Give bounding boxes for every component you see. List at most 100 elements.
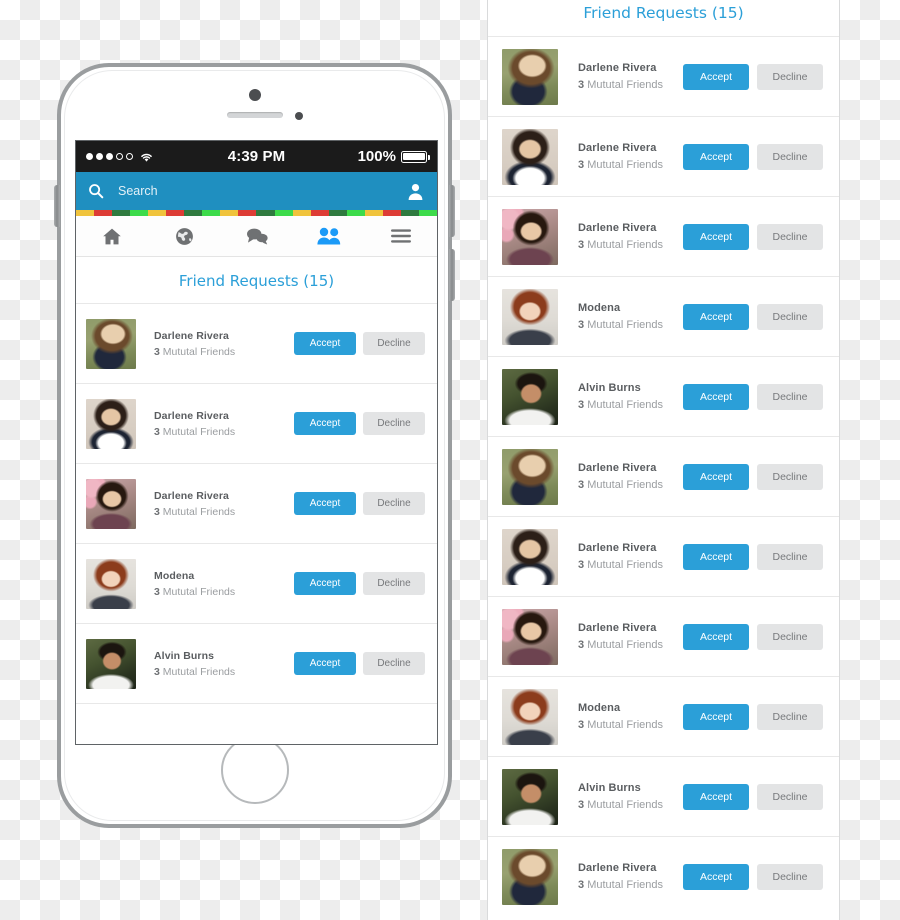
decline-button[interactable]: Decline	[363, 492, 425, 515]
decline-button[interactable]: Decline	[363, 652, 425, 675]
decline-button[interactable]: Decline	[757, 543, 823, 570]
avatar[interactable]	[502, 208, 558, 265]
avatar[interactable]	[86, 478, 136, 529]
battery-icon	[400, 150, 430, 163]
decline-button[interactable]: Decline	[757, 383, 823, 410]
avatar[interactable]	[502, 448, 558, 505]
decline-button[interactable]: Decline	[757, 623, 823, 650]
friend-name[interactable]: Darlene Rivera	[578, 142, 683, 154]
decline-button[interactable]: Decline	[757, 463, 823, 490]
search-icon	[88, 183, 104, 199]
accept-button[interactable]: Accept	[683, 303, 749, 330]
chat-bubbles-icon	[245, 227, 269, 245]
friend-name[interactable]: Alvin Burns	[578, 382, 683, 394]
avatar[interactable]	[86, 398, 136, 449]
accept-button[interactable]: Accept	[683, 143, 749, 170]
tab-home[interactable]	[76, 216, 148, 256]
avatar[interactable]	[502, 688, 558, 745]
friend-request-actions: Accept Decline	[294, 572, 427, 595]
decline-button[interactable]: Decline	[757, 783, 823, 810]
accept-button[interactable]: Accept	[294, 572, 356, 595]
friend-request-row: Darlene Rivera 3 Mututal Friends Accept Dec…	[488, 36, 839, 116]
mutual-friends-text: Mututal Friends	[162, 425, 236, 438]
decline-button[interactable]: Decline	[757, 303, 823, 330]
search-input[interactable]: Search	[118, 184, 406, 198]
friend-name[interactable]: Darlene Rivera	[154, 410, 294, 422]
accept-button[interactable]: Accept	[683, 783, 749, 810]
friends-icon	[316, 227, 342, 245]
friend-name[interactable]: Modena	[578, 702, 683, 714]
accept-button[interactable]: Accept	[294, 652, 356, 675]
friend-request-actions: Accept Decline	[683, 143, 825, 170]
friend-name[interactable]: Alvin Burns	[578, 782, 683, 794]
friend-request-actions: Accept Decline	[683, 383, 825, 410]
tab-globe[interactable]	[148, 216, 220, 256]
decline-button[interactable]: Decline	[757, 143, 823, 170]
volume-up-button[interactable]	[449, 185, 455, 237]
accept-button[interactable]: Accept	[683, 383, 749, 410]
page-title: Friend Requests (15)	[178, 272, 335, 290]
friend-name[interactable]: Darlene Rivera	[578, 622, 683, 634]
canvas: 4:39 PM 100% Search Friend Requests (15)…	[0, 0, 900, 920]
tab-friends[interactable]	[293, 216, 365, 256]
friend-requests-list: Darlene Rivera 3 Mututal Friends Accept Dec…	[76, 303, 437, 703]
decline-button[interactable]: Decline	[757, 703, 823, 730]
avatar[interactable]	[502, 368, 558, 425]
avatar[interactable]	[502, 528, 558, 585]
avatar[interactable]	[502, 128, 558, 185]
tab-messages[interactable]	[220, 216, 292, 256]
accept-button[interactable]: Accept	[294, 492, 356, 515]
avatar[interactable]	[502, 608, 558, 665]
panel-friend-requests-list: Darlene Rivera 3 Mututal Friends Accept Dec…	[488, 36, 839, 916]
profile-avatar-icon[interactable]	[406, 182, 425, 201]
friend-name[interactable]: Darlene Rivera	[578, 62, 683, 74]
accept-button[interactable]: Accept	[294, 412, 356, 435]
avatar[interactable]	[502, 848, 558, 905]
avatar[interactable]	[86, 558, 136, 609]
friend-name[interactable]: Darlene Rivera	[578, 462, 683, 474]
accept-button[interactable]: Accept	[683, 543, 749, 570]
mutual-friends-text: Mututal Friends	[587, 719, 663, 731]
mutual-friends-label: 3 Mututal Friends	[154, 666, 294, 678]
decline-button[interactable]: Decline	[757, 63, 823, 90]
friend-name[interactable]: Darlene Rivera	[154, 490, 294, 502]
friend-name[interactable]: Darlene Rivera	[578, 222, 683, 234]
volume-down-button[interactable]	[449, 249, 455, 301]
friend-request-meta: Darlene Rivera 3 Mututal Friends	[558, 542, 683, 571]
friend-request-actions: Accept Decline	[683, 303, 825, 330]
friend-name[interactable]: Modena	[154, 570, 294, 582]
mutual-friends-count: 3	[154, 425, 160, 438]
decline-button[interactable]: Decline	[363, 412, 425, 435]
desktop-friend-requests-panel[interactable]: Friend Requests (15) Darlene Rivera 3 Mut…	[487, 0, 840, 920]
decline-button[interactable]: Decline	[757, 863, 823, 890]
accept-button[interactable]: Accept	[683, 623, 749, 650]
friend-name[interactable]: Darlene Rivera	[578, 862, 683, 874]
silent-switch[interactable]	[54, 185, 60, 227]
decline-button[interactable]: Decline	[363, 572, 425, 595]
accept-button[interactable]: Accept	[683, 463, 749, 490]
friend-name[interactable]: Darlene Rivera	[154, 330, 294, 342]
accept-button[interactable]: Accept	[683, 63, 749, 90]
decline-button[interactable]: Decline	[363, 332, 425, 355]
friend-name[interactable]: Modena	[578, 302, 683, 314]
friend-name[interactable]: Alvin Burns	[154, 650, 294, 662]
friend-request-row: Darlene Rivera 3 Mututal Friends Accept Dec…	[488, 436, 839, 516]
tab-menu[interactable]	[365, 216, 437, 256]
accept-button[interactable]: Accept	[683, 863, 749, 890]
home-icon	[102, 227, 122, 246]
home-button[interactable]	[220, 736, 289, 804]
accept-button[interactable]: Accept	[683, 703, 749, 730]
search-bar[interactable]: Search	[76, 172, 437, 210]
friend-name[interactable]: Darlene Rivera	[578, 542, 683, 554]
avatar[interactable]	[502, 288, 558, 345]
avatar[interactable]	[86, 318, 136, 369]
avatar[interactable]	[502, 768, 558, 825]
avatar[interactable]	[502, 48, 558, 105]
accept-button[interactable]: Accept	[683, 223, 749, 250]
mutual-friends-count: 3	[578, 799, 585, 811]
friend-request-meta: Modena 3 Mututal Friends	[136, 570, 294, 598]
friend-requests-list-container[interactable]: Friend Requests (15) Darlene Rivera 3 Mut…	[76, 257, 437, 744]
accept-button[interactable]: Accept	[294, 332, 356, 355]
avatar[interactable]	[86, 638, 136, 689]
decline-button[interactable]: Decline	[757, 223, 823, 250]
